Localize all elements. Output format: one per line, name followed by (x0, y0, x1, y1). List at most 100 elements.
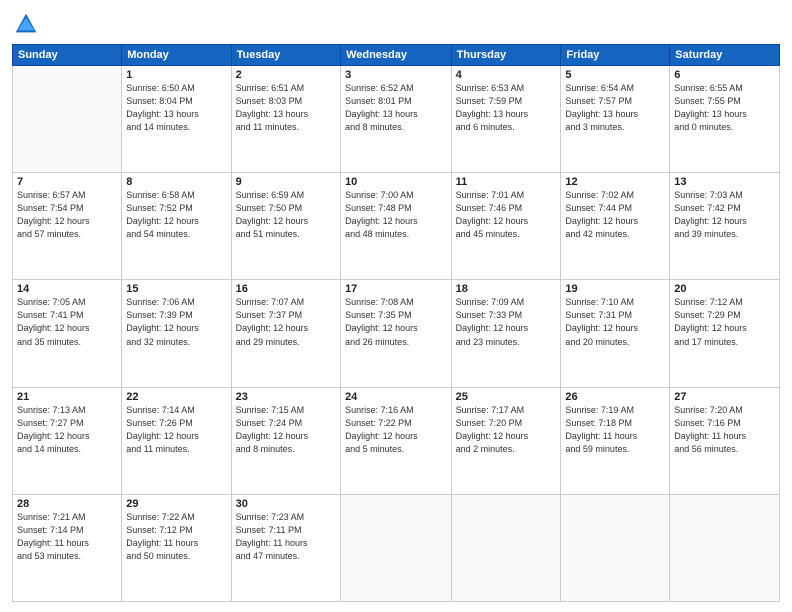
day-cell (13, 66, 122, 173)
day-number: 29 (126, 498, 226, 510)
column-header-tuesday: Tuesday (231, 45, 340, 66)
day-number: 6 (674, 69, 775, 81)
header (12, 10, 780, 38)
day-cell: 3Sunrise: 6:52 AM Sunset: 8:01 PM Daylig… (341, 66, 452, 173)
day-number: 9 (236, 176, 336, 188)
day-cell: 21Sunrise: 7:13 AM Sunset: 7:27 PM Dayli… (13, 387, 122, 494)
day-info: Sunrise: 7:06 AM Sunset: 7:39 PM Dayligh… (126, 296, 226, 348)
day-info: Sunrise: 7:10 AM Sunset: 7:31 PM Dayligh… (565, 296, 665, 348)
week-row-1: 1Sunrise: 6:50 AM Sunset: 8:04 PM Daylig… (13, 66, 780, 173)
week-row-4: 21Sunrise: 7:13 AM Sunset: 7:27 PM Dayli… (13, 387, 780, 494)
day-cell: 30Sunrise: 7:23 AM Sunset: 7:11 PM Dayli… (231, 494, 340, 601)
day-info: Sunrise: 7:03 AM Sunset: 7:42 PM Dayligh… (674, 189, 775, 241)
day-number: 20 (674, 283, 775, 295)
day-cell: 26Sunrise: 7:19 AM Sunset: 7:18 PM Dayli… (561, 387, 670, 494)
day-info: Sunrise: 7:01 AM Sunset: 7:46 PM Dayligh… (456, 189, 557, 241)
day-cell: 7Sunrise: 6:57 AM Sunset: 7:54 PM Daylig… (13, 173, 122, 280)
day-info: Sunrise: 7:07 AM Sunset: 7:37 PM Dayligh… (236, 296, 336, 348)
day-cell: 12Sunrise: 7:02 AM Sunset: 7:44 PM Dayli… (561, 173, 670, 280)
day-info: Sunrise: 6:51 AM Sunset: 8:03 PM Dayligh… (236, 82, 336, 134)
day-number: 15 (126, 283, 226, 295)
day-number: 27 (674, 391, 775, 403)
day-cell: 9Sunrise: 6:59 AM Sunset: 7:50 PM Daylig… (231, 173, 340, 280)
day-number: 12 (565, 176, 665, 188)
day-info: Sunrise: 7:00 AM Sunset: 7:48 PM Dayligh… (345, 189, 447, 241)
day-cell: 20Sunrise: 7:12 AM Sunset: 7:29 PM Dayli… (670, 280, 780, 387)
day-cell: 1Sunrise: 6:50 AM Sunset: 8:04 PM Daylig… (122, 66, 231, 173)
day-info: Sunrise: 7:15 AM Sunset: 7:24 PM Dayligh… (236, 404, 336, 456)
day-cell: 15Sunrise: 7:06 AM Sunset: 7:39 PM Dayli… (122, 280, 231, 387)
day-number: 10 (345, 176, 447, 188)
day-info: Sunrise: 7:19 AM Sunset: 7:18 PM Dayligh… (565, 404, 665, 456)
day-number: 28 (17, 498, 117, 510)
day-number: 5 (565, 69, 665, 81)
day-number: 22 (126, 391, 226, 403)
day-number: 2 (236, 69, 336, 81)
week-row-3: 14Sunrise: 7:05 AM Sunset: 7:41 PM Dayli… (13, 280, 780, 387)
day-info: Sunrise: 6:57 AM Sunset: 7:54 PM Dayligh… (17, 189, 117, 241)
column-header-friday: Friday (561, 45, 670, 66)
day-cell: 18Sunrise: 7:09 AM Sunset: 7:33 PM Dayli… (451, 280, 561, 387)
day-number: 11 (456, 176, 557, 188)
day-cell: 14Sunrise: 7:05 AM Sunset: 7:41 PM Dayli… (13, 280, 122, 387)
logo (12, 10, 44, 38)
page: SundayMondayTuesdayWednesdayThursdayFrid… (0, 0, 792, 612)
day-number: 14 (17, 283, 117, 295)
day-cell: 29Sunrise: 7:22 AM Sunset: 7:12 PM Dayli… (122, 494, 231, 601)
day-info: Sunrise: 7:13 AM Sunset: 7:27 PM Dayligh… (17, 404, 117, 456)
day-number: 7 (17, 176, 117, 188)
day-cell: 5Sunrise: 6:54 AM Sunset: 7:57 PM Daylig… (561, 66, 670, 173)
day-cell: 22Sunrise: 7:14 AM Sunset: 7:26 PM Dayli… (122, 387, 231, 494)
day-cell: 17Sunrise: 7:08 AM Sunset: 7:35 PM Dayli… (341, 280, 452, 387)
day-number: 23 (236, 391, 336, 403)
day-info: Sunrise: 6:53 AM Sunset: 7:59 PM Dayligh… (456, 82, 557, 134)
day-number: 16 (236, 283, 336, 295)
day-number: 19 (565, 283, 665, 295)
day-cell: 11Sunrise: 7:01 AM Sunset: 7:46 PM Dayli… (451, 173, 561, 280)
week-row-5: 28Sunrise: 7:21 AM Sunset: 7:14 PM Dayli… (13, 494, 780, 601)
day-cell: 13Sunrise: 7:03 AM Sunset: 7:42 PM Dayli… (670, 173, 780, 280)
day-info: Sunrise: 6:50 AM Sunset: 8:04 PM Dayligh… (126, 82, 226, 134)
day-cell: 19Sunrise: 7:10 AM Sunset: 7:31 PM Dayli… (561, 280, 670, 387)
day-cell: 25Sunrise: 7:17 AM Sunset: 7:20 PM Dayli… (451, 387, 561, 494)
day-number: 21 (17, 391, 117, 403)
day-info: Sunrise: 7:21 AM Sunset: 7:14 PM Dayligh… (17, 511, 117, 563)
day-info: Sunrise: 6:59 AM Sunset: 7:50 PM Dayligh… (236, 189, 336, 241)
day-cell: 4Sunrise: 6:53 AM Sunset: 7:59 PM Daylig… (451, 66, 561, 173)
day-info: Sunrise: 6:58 AM Sunset: 7:52 PM Dayligh… (126, 189, 226, 241)
day-cell: 8Sunrise: 6:58 AM Sunset: 7:52 PM Daylig… (122, 173, 231, 280)
day-info: Sunrise: 7:02 AM Sunset: 7:44 PM Dayligh… (565, 189, 665, 241)
day-number: 3 (345, 69, 447, 81)
day-cell: 24Sunrise: 7:16 AM Sunset: 7:22 PM Dayli… (341, 387, 452, 494)
day-number: 1 (126, 69, 226, 81)
day-number: 13 (674, 176, 775, 188)
day-info: Sunrise: 7:05 AM Sunset: 7:41 PM Dayligh… (17, 296, 117, 348)
day-cell: 23Sunrise: 7:15 AM Sunset: 7:24 PM Dayli… (231, 387, 340, 494)
day-info: Sunrise: 6:52 AM Sunset: 8:01 PM Dayligh… (345, 82, 447, 134)
day-info: Sunrise: 7:20 AM Sunset: 7:16 PM Dayligh… (674, 404, 775, 456)
day-info: Sunrise: 7:12 AM Sunset: 7:29 PM Dayligh… (674, 296, 775, 348)
day-number: 18 (456, 283, 557, 295)
day-cell: 27Sunrise: 7:20 AM Sunset: 7:16 PM Dayli… (670, 387, 780, 494)
day-info: Sunrise: 7:08 AM Sunset: 7:35 PM Dayligh… (345, 296, 447, 348)
day-cell (670, 494, 780, 601)
day-cell: 2Sunrise: 6:51 AM Sunset: 8:03 PM Daylig… (231, 66, 340, 173)
column-header-thursday: Thursday (451, 45, 561, 66)
day-info: Sunrise: 6:55 AM Sunset: 7:55 PM Dayligh… (674, 82, 775, 134)
calendar-table: SundayMondayTuesdayWednesdayThursdayFrid… (12, 44, 780, 602)
day-info: Sunrise: 7:14 AM Sunset: 7:26 PM Dayligh… (126, 404, 226, 456)
day-cell: 6Sunrise: 6:55 AM Sunset: 7:55 PM Daylig… (670, 66, 780, 173)
day-info: Sunrise: 6:54 AM Sunset: 7:57 PM Dayligh… (565, 82, 665, 134)
week-row-2: 7Sunrise: 6:57 AM Sunset: 7:54 PM Daylig… (13, 173, 780, 280)
column-header-wednesday: Wednesday (341, 45, 452, 66)
logo-icon (12, 10, 40, 38)
day-cell (341, 494, 452, 601)
day-number: 30 (236, 498, 336, 510)
day-cell: 28Sunrise: 7:21 AM Sunset: 7:14 PM Dayli… (13, 494, 122, 601)
day-number: 26 (565, 391, 665, 403)
column-header-monday: Monday (122, 45, 231, 66)
day-cell (561, 494, 670, 601)
day-cell (451, 494, 561, 601)
day-info: Sunrise: 7:09 AM Sunset: 7:33 PM Dayligh… (456, 296, 557, 348)
day-number: 17 (345, 283, 447, 295)
